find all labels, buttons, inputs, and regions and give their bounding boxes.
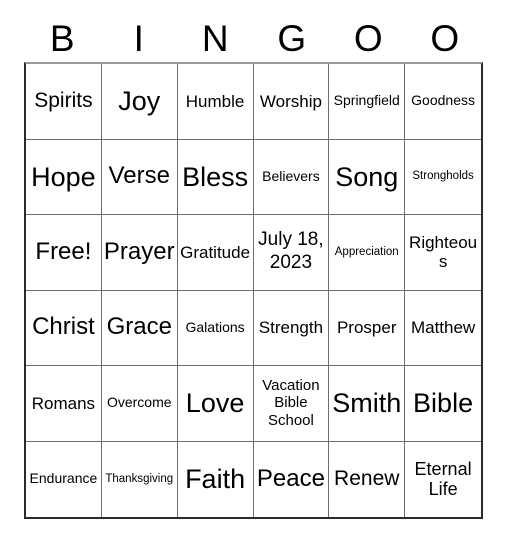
bingo-cell-label: Gratitude xyxy=(180,242,251,262)
bingo-cell-r4-c5[interactable]: Bible xyxy=(405,366,481,442)
bingo-cell-r1-c0[interactable]: Hope xyxy=(26,139,102,215)
bingo-cell-r2-c3[interactable]: July 18, 2023 xyxy=(253,215,330,291)
bingo-cell-label: Springfield xyxy=(333,92,400,109)
bingo-cell-label: Eternal Life xyxy=(414,458,472,500)
bingo-cell-label: Worship xyxy=(259,91,322,111)
bingo-cell-label: Endurance xyxy=(29,470,98,487)
bingo-cell-label: Appreciation xyxy=(334,245,399,258)
bingo-cell-label: Galations xyxy=(185,318,245,335)
bingo-cell-label: Prosper xyxy=(336,318,397,338)
bingo-cell-label: Love xyxy=(185,388,245,419)
bingo-cell-r0-c0[interactable]: Spirits xyxy=(26,64,102,140)
bingo-cell-label: Prayer xyxy=(103,237,175,265)
bingo-cell-r4-c1[interactable]: Overcome xyxy=(101,366,178,442)
bingo-grid: Spirits Joy Humble Worship Springfield Goodne… xyxy=(24,62,483,519)
bingo-cell-r3-c2[interactable]: Galations xyxy=(177,290,254,366)
bingo-cell-r1-c3[interactable]: Believers xyxy=(253,139,330,215)
bingo-header-letter-5: O xyxy=(430,17,460,59)
bingo-cell-r4-c4[interactable]: Smith xyxy=(329,366,406,442)
bingo-cell-r5-c2[interactable]: Faith xyxy=(177,441,254,517)
bingo-cell-r3-c0[interactable]: Christ xyxy=(26,290,102,366)
bingo-cell-label: Vacation Bible School xyxy=(262,376,320,430)
bingo-cell-r0-c1[interactable]: Joy xyxy=(101,64,178,140)
bingo-cell-label: Humble xyxy=(185,91,245,111)
bingo-cell-label: Believers xyxy=(262,167,320,184)
bingo-cell-r3-c1[interactable]: Grace xyxy=(101,290,178,366)
bingo-cell-label: Faith xyxy=(185,464,246,495)
bingo-cell-label: Thanksgiving xyxy=(105,472,174,485)
bingo-cell-r2-c4[interactable]: Appreciation xyxy=(329,215,406,291)
bingo-cell-r1-c4[interactable]: Song xyxy=(329,139,406,215)
bingo-cell-r0-c4[interactable]: Springfield xyxy=(329,64,406,140)
bingo-header-letter-3: G xyxy=(277,17,307,59)
bingo-cell-label: Christ xyxy=(32,313,95,341)
bingo-cell-label: Grace xyxy=(106,313,172,341)
bingo-cell-label: Smith xyxy=(332,388,402,419)
bingo-cell-label: July 18, 2023 xyxy=(258,229,324,274)
bingo-cell-r4-c0[interactable]: Romans xyxy=(26,366,102,442)
bingo-cell-r1-c1[interactable]: Verse xyxy=(101,139,178,215)
bingo-cell-r4-c2[interactable]: Love xyxy=(177,366,254,442)
bingo-header-letter-4: O xyxy=(353,17,383,59)
bingo-cell-r3-c3[interactable]: Strength xyxy=(253,290,330,366)
bingo-cell-r2-c1[interactable]: Prayer xyxy=(101,215,178,291)
bingo-cell-r5-c1[interactable]: Thanksgiving xyxy=(101,441,178,517)
bingo-cell-r5-c5[interactable]: Eternal Life xyxy=(405,441,481,517)
bingo-cell-r1-c5[interactable]: Strongholds xyxy=(405,139,481,215)
bingo-cell-label: Peace xyxy=(256,464,325,492)
bingo-cell-label: Spirits xyxy=(34,89,93,113)
bingo-cell-label: Bible xyxy=(413,388,474,419)
bingo-cell-label: Romans xyxy=(31,393,96,413)
bingo-header-letter-0: B xyxy=(49,17,75,59)
bingo-cell-label: Joy xyxy=(118,86,161,117)
bingo-cell-r2-c5[interactable]: Righteous xyxy=(405,215,481,291)
bingo-cell-r4-c3[interactable]: Vacation Bible School xyxy=(253,366,330,442)
bingo-card: B I N G O O Spirits Joy Humble Worship Springfiel… xyxy=(0,0,506,544)
bingo-cell-r0-c2[interactable]: Humble xyxy=(177,64,254,140)
bingo-cell-label: Renew xyxy=(334,467,400,491)
bingo-cell-label: Goodness xyxy=(411,92,475,109)
bingo-cell-label: Bless xyxy=(182,161,249,192)
bingo-cell-label: Overcome xyxy=(106,394,172,411)
bingo-cell-r5-c4[interactable]: Renew xyxy=(329,441,406,517)
bingo-cell-label: Song xyxy=(335,161,399,192)
bingo-cell-label: Verse xyxy=(108,162,170,190)
bingo-cell-label: Strength xyxy=(258,318,324,338)
bingo-cell-label: Free! xyxy=(35,237,92,265)
bingo-cell-r2-c2[interactable]: Gratitude xyxy=(177,215,254,291)
bingo-cell-r3-c4[interactable]: Prosper xyxy=(329,290,406,366)
bingo-cell-label: Strongholds xyxy=(412,170,474,183)
bingo-cell-label: Matthew xyxy=(410,318,476,338)
bingo-cell-label: Hope xyxy=(31,161,96,192)
bingo-cell-r3-c5[interactable]: Matthew xyxy=(405,290,481,366)
bingo-cell-r0-c5[interactable]: Goodness xyxy=(405,64,481,140)
bingo-cell-r2-c0[interactable]: Free! xyxy=(26,215,102,291)
bingo-cell-r5-c0[interactable]: Endurance xyxy=(26,441,102,517)
bingo-cell-r0-c3[interactable]: Worship xyxy=(253,64,330,140)
bingo-cell-r5-c3[interactable]: Peace xyxy=(253,441,330,517)
bingo-cell-label: Righteous xyxy=(409,233,478,272)
bingo-header-letter-2: N xyxy=(201,17,229,59)
bingo-header-letter-1: I xyxy=(133,17,144,59)
bingo-cell-r1-c2[interactable]: Bless xyxy=(177,139,254,215)
bingo-header-row: BINGOO xyxy=(24,14,483,62)
